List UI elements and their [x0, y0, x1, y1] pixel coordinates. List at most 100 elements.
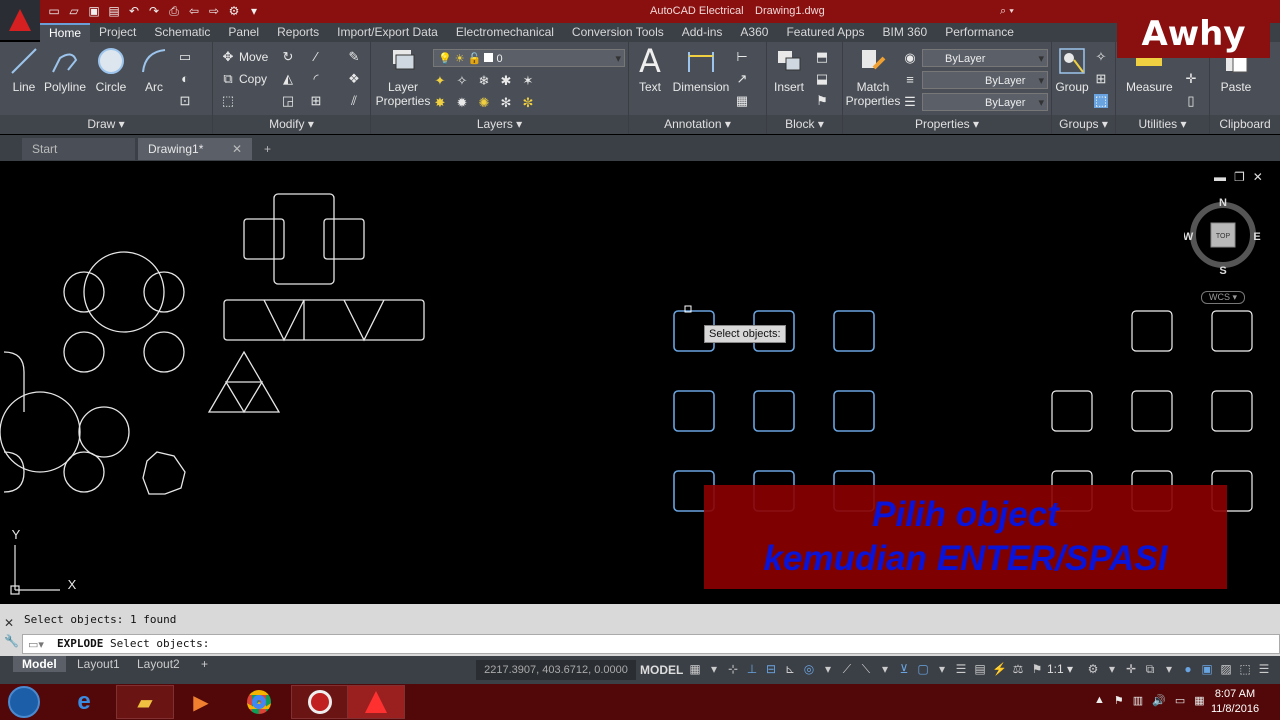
table-button[interactable]: ▦	[735, 92, 749, 110]
tab-add-ins[interactable]: Add-ins	[673, 23, 732, 42]
viewcube-top-label[interactable]: TOP	[1216, 233, 1231, 240]
layer-off-icon[interactable]: ✦	[433, 74, 447, 88]
tab-reports[interactable]: Reports	[268, 23, 328, 42]
utilities-panel-title[interactable]: Utilities ▾	[1116, 115, 1209, 134]
lineweight-dropdown[interactable]: ByLayer	[922, 93, 1048, 112]
quick-properties-icon[interactable]: ▾	[1162, 662, 1176, 676]
plot-icon[interactable]: ⎙	[166, 3, 182, 19]
calculator-button[interactable]: ▯	[1184, 92, 1198, 110]
edit-block-button[interactable]: ⬓	[815, 70, 829, 88]
id-point-button[interactable]: ✛	[1184, 70, 1198, 88]
search-icon[interactable]: ⌕ ▾	[1000, 5, 1014, 18]
line-button[interactable]: Line	[6, 46, 42, 94]
chrome-taskbar-button[interactable]	[230, 685, 288, 719]
layers-panel-title[interactable]: Layers ▾	[371, 115, 628, 134]
units-icon[interactable]: ⧉	[1143, 662, 1157, 676]
wcs-menu[interactable]: WCS ▾	[1201, 291, 1245, 304]
fillet-button[interactable]: ◜	[309, 70, 323, 88]
compass-south-label[interactable]: S	[1219, 265, 1226, 277]
layer-lock-tool-icon[interactable]: ✱	[499, 74, 513, 88]
selected-square[interactable]	[753, 390, 795, 432]
selected-square[interactable]	[833, 310, 875, 352]
explode-button[interactable]: ❖	[347, 70, 361, 88]
close-icon[interactable]: ✕	[1253, 170, 1263, 184]
polar-icon[interactable]: ◎	[802, 662, 816, 676]
osnap-menu-icon[interactable]: ▾	[935, 662, 949, 676]
tab-drawing1[interactable]: Drawing1* ✕	[138, 138, 252, 160]
tab-featured-apps[interactable]: Featured Apps	[777, 23, 873, 42]
isodraft-icon[interactable]: ⟋	[840, 662, 854, 676]
customize-qa-icon[interactable]: ▾	[246, 3, 262, 19]
modify-panel-title[interactable]: Modify ▾	[213, 115, 370, 134]
back-icon[interactable]: ⇦	[186, 3, 202, 19]
tab-project[interactable]: Project	[90, 23, 145, 42]
viewcube[interactable]: TOP N S E W	[1183, 196, 1262, 277]
match-properties-button[interactable]: Match Properties	[845, 46, 901, 108]
tab-bim360[interactable]: BIM 360	[874, 23, 937, 42]
workspace-switch-icon[interactable]: ⚙	[1086, 662, 1100, 676]
draw-panel-title[interactable]: Draw ▾	[0, 115, 212, 134]
isolate-objects-icon[interactable]: ▣	[1200, 662, 1214, 676]
boundary-button[interactable]: ⊡	[178, 92, 192, 110]
tab-home[interactable]: Home	[40, 23, 91, 42]
command-recent-icon[interactable]: ▭▾	[28, 638, 44, 651]
layer-dropdown[interactable]: 💡 ☀ 🔓 0	[433, 49, 625, 68]
tab-model[interactable]: Model	[13, 656, 66, 672]
tab-performance[interactable]: Performance	[936, 23, 1023, 42]
layer-isolate-icon[interactable]: ✧	[455, 74, 469, 88]
multileader-button[interactable]: ↗	[735, 70, 749, 88]
grid-icon[interactable]: ▦	[688, 662, 702, 676]
keyboard-icon[interactable]: ▭	[1175, 694, 1185, 707]
polyline-button[interactable]: Polyline	[42, 46, 88, 94]
compass-west-label[interactable]: W	[1183, 231, 1194, 243]
media-taskbar-button[interactable]: ▶	[172, 685, 230, 719]
selected-square[interactable]	[673, 390, 715, 432]
compass-north-label[interactable]: N	[1219, 197, 1227, 209]
autocad-taskbar-button[interactable]	[347, 685, 405, 719]
tab-a360[interactable]: A360	[731, 23, 777, 42]
circle-button[interactable]: Circle	[92, 46, 130, 94]
network-icon[interactable]: ▥	[1133, 694, 1143, 707]
osnap-object-icon[interactable]: ▢	[916, 662, 930, 676]
scale-button[interactable]: ◲	[281, 92, 295, 110]
command-window-handle[interactable]: ✕ 🔧	[4, 608, 20, 654]
properties-panel-title[interactable]: Properties ▾	[843, 115, 1051, 134]
text-button[interactable]: A Text	[635, 45, 665, 94]
recorder-taskbar-button[interactable]	[291, 685, 349, 719]
windows-start-button[interactable]	[8, 686, 40, 718]
tab-layout1[interactable]: Layout1	[68, 656, 129, 672]
save-icon[interactable]: ▣	[86, 3, 102, 19]
layer-thaw-icon[interactable]: ✺	[477, 96, 491, 110]
move-button[interactable]: ✥ Move	[221, 48, 269, 66]
osnap-tracking-icon[interactable]: ⟍	[859, 662, 873, 676]
add-layout-button[interactable]: +	[192, 656, 217, 672]
trim-button[interactable]: ⁄	[309, 48, 323, 66]
annotation-visibility-icon[interactable]: ⚡	[992, 662, 1007, 676]
group-edit-button[interactable]: ⊞	[1094, 70, 1108, 88]
stretch-button[interactable]: ⬚	[221, 92, 235, 110]
command-close-icon[interactable]: ✕	[4, 616, 20, 630]
linetype-dropdown[interactable]: ByLayer	[922, 71, 1048, 90]
lock-ui-icon[interactable]: ●	[1181, 662, 1195, 676]
tab-schematic[interactable]: Schematic	[145, 23, 219, 42]
tab-start[interactable]: Start	[22, 138, 135, 160]
command-customize-icon[interactable]: 🔧	[4, 634, 20, 648]
undo-icon[interactable]: ↶	[126, 3, 142, 19]
dynamic-input-icon[interactable]: ⊟	[764, 662, 778, 676]
graphics-performance-icon[interactable]: ▨	[1219, 662, 1233, 676]
tab-conversion-tools[interactable]: Conversion Tools	[563, 23, 673, 42]
array-button[interactable]: ⊞	[309, 92, 323, 110]
new-icon[interactable]: ▭	[46, 3, 62, 19]
ungroup-button[interactable]: ✧	[1094, 48, 1108, 66]
color-dropdown[interactable]: ByLayer	[922, 49, 1048, 68]
workspace-menu-icon[interactable]: ▾	[1105, 662, 1119, 676]
auto-scale-icon[interactable]: ⚖	[1011, 662, 1025, 676]
tab-electromechanical[interactable]: Electromechanical	[447, 23, 563, 42]
model-space-button[interactable]: MODEL	[640, 660, 683, 680]
customization-icon[interactable]: ☰	[1257, 662, 1271, 676]
selected-square[interactable]	[833, 390, 875, 432]
insert-button[interactable]: Insert	[771, 46, 807, 94]
display-icon[interactable]: ▦	[1194, 694, 1204, 707]
snap-icon[interactable]: ⊹	[726, 662, 740, 676]
isodraft-menu-icon[interactable]: ▾	[878, 662, 892, 676]
